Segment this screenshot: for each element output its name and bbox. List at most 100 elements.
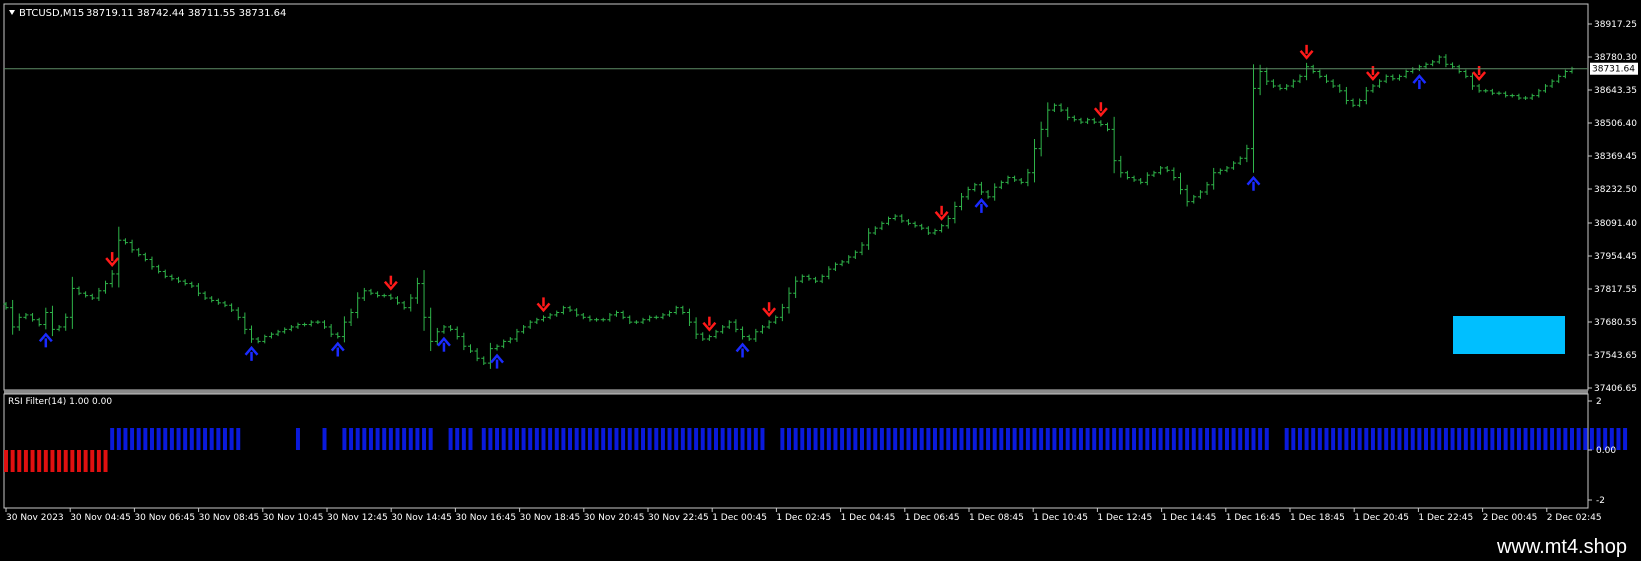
rsi-bar bbox=[581, 428, 586, 450]
rsi-bar bbox=[1065, 428, 1070, 450]
rsi-bar bbox=[1224, 428, 1229, 450]
rsi-bar bbox=[966, 428, 971, 450]
rsi-bar bbox=[203, 428, 208, 450]
indicator-tick-label: -2 bbox=[1596, 496, 1605, 506]
price-tick-label: 38506.40 bbox=[1594, 119, 1637, 129]
rsi-bar bbox=[899, 428, 904, 450]
price-tick-label: 38643.35 bbox=[1594, 86, 1637, 96]
rsi-bar bbox=[521, 428, 526, 450]
rsi-bar bbox=[1550, 428, 1555, 450]
cyan-rectangle-object[interactable] bbox=[1453, 316, 1565, 354]
rsi-bar bbox=[1424, 428, 1429, 450]
time-tick-label: 30 Nov 14:45 bbox=[391, 513, 452, 523]
rsi-bar bbox=[1417, 428, 1422, 450]
rsi-bar bbox=[1132, 428, 1137, 450]
rsi-bar bbox=[587, 428, 592, 450]
rsi-bar bbox=[667, 428, 672, 450]
rsi-bar bbox=[1536, 428, 1541, 450]
rsi-bar bbox=[17, 450, 22, 472]
rsi-bar bbox=[534, 428, 539, 450]
rsi-bar bbox=[103, 450, 108, 472]
rsi-bar bbox=[415, 428, 420, 450]
rsi-bar bbox=[1490, 428, 1495, 450]
rsi-bar bbox=[926, 428, 931, 450]
mt4-chart-window[interactable]: BTCUSD,M15 38719.11 38742.44 38711.55 38… bbox=[0, 0, 1641, 530]
rsi-bar bbox=[939, 428, 944, 450]
rsi-bar bbox=[654, 428, 659, 450]
rsi-bar bbox=[674, 428, 679, 450]
rsi-bar bbox=[1390, 428, 1395, 450]
current-price-tag: 38731.64 bbox=[1590, 62, 1638, 75]
rsi-bar bbox=[548, 428, 553, 450]
time-axis[interactable]: 30 Nov 2023 30 Nov 04:45 30 Nov 06:45 30 No… bbox=[5, 508, 1602, 523]
rsi-bar bbox=[1556, 428, 1561, 450]
rsi-bar bbox=[1497, 428, 1501, 450]
rsi-bar bbox=[687, 428, 692, 450]
rsi-bar bbox=[1510, 428, 1515, 450]
rsi-bar bbox=[607, 428, 612, 450]
rsi-bar bbox=[747, 428, 752, 450]
rsi-bar bbox=[1151, 428, 1156, 450]
rsi-bar bbox=[176, 428, 181, 450]
rsi-bar bbox=[1125, 428, 1130, 450]
rsi-bar bbox=[23, 450, 28, 472]
price-tick-label: 37817.55 bbox=[1594, 285, 1637, 295]
time-tick-label: 1 Dec 06:45 bbox=[905, 513, 960, 523]
rsi-bar bbox=[189, 428, 194, 450]
time-tick-label: 1 Dec 16:45 bbox=[1226, 513, 1281, 523]
rsi-bar bbox=[641, 428, 646, 450]
rsi-bar bbox=[1457, 428, 1462, 450]
rsi-bar bbox=[1205, 428, 1210, 450]
rsi-bar bbox=[1098, 428, 1103, 450]
subwindow-separator[interactable] bbox=[4, 390, 1588, 394]
rsi-bar bbox=[813, 428, 818, 450]
price-tick-label: 38780.30 bbox=[1594, 53, 1637, 63]
time-tick-label: 1 Dec 08:45 bbox=[969, 513, 1024, 523]
rsi-bar bbox=[355, 428, 360, 450]
rsi-bar bbox=[130, 428, 135, 450]
rsi-bar bbox=[893, 428, 898, 450]
rsi-bar bbox=[1178, 428, 1183, 450]
rsi-bar bbox=[508, 428, 513, 450]
rsi-bar bbox=[866, 428, 871, 450]
rsi-bar bbox=[873, 428, 878, 450]
rsi-bar bbox=[1311, 428, 1316, 450]
indicator-title: RSI Filter(14) 1.00 0.00 bbox=[8, 397, 112, 407]
rsi-bar bbox=[422, 428, 427, 450]
rsi-bar bbox=[1324, 428, 1329, 450]
time-tick-label: 2 Dec 02:45 bbox=[1547, 513, 1602, 523]
rsi-bar bbox=[1443, 428, 1448, 450]
rsi-bar bbox=[1185, 428, 1190, 450]
rsi-bar bbox=[1045, 428, 1050, 450]
rsi-bar bbox=[1072, 428, 1077, 450]
rsi-bar bbox=[149, 428, 154, 450]
rsi-bar bbox=[913, 428, 918, 450]
rsi-bar bbox=[1357, 428, 1362, 450]
time-tick-label: 1 Dec 18:45 bbox=[1290, 513, 1345, 523]
rsi-bar bbox=[501, 428, 506, 450]
rsi-bar bbox=[1331, 428, 1336, 450]
rsi-bar bbox=[183, 428, 188, 450]
indicator-tick-label: 2 bbox=[1596, 397, 1602, 407]
rsi-bar bbox=[846, 428, 851, 450]
svg-text:38731.64: 38731.64 bbox=[1592, 65, 1635, 75]
rsi-bar bbox=[1503, 428, 1508, 450]
rsi-bar bbox=[216, 428, 221, 450]
price-tick-label: 38091.40 bbox=[1594, 219, 1637, 229]
rsi-bar bbox=[1351, 428, 1356, 450]
rsi-bar bbox=[1317, 428, 1322, 450]
rsi-bar bbox=[1092, 428, 1097, 450]
rsi-bar bbox=[906, 428, 911, 450]
rsi-bar bbox=[1158, 428, 1163, 450]
indicator-axis: 2 0.00 -2 bbox=[1588, 397, 1616, 506]
price-axis[interactable]: 38917.25 38780.30 38643.35 38506.40 38369.45… bbox=[1588, 20, 1637, 394]
rsi-bar bbox=[787, 428, 791, 450]
watermark: www.mt4.shop bbox=[1496, 536, 1627, 558]
rsi-bar bbox=[1025, 428, 1030, 450]
rsi-bar bbox=[110, 428, 115, 450]
rsi-bar bbox=[720, 428, 725, 450]
rsi-bar bbox=[402, 428, 407, 450]
rsi-bar bbox=[1039, 428, 1044, 450]
rsi-bar bbox=[388, 428, 393, 450]
rsi-bar bbox=[972, 428, 977, 450]
